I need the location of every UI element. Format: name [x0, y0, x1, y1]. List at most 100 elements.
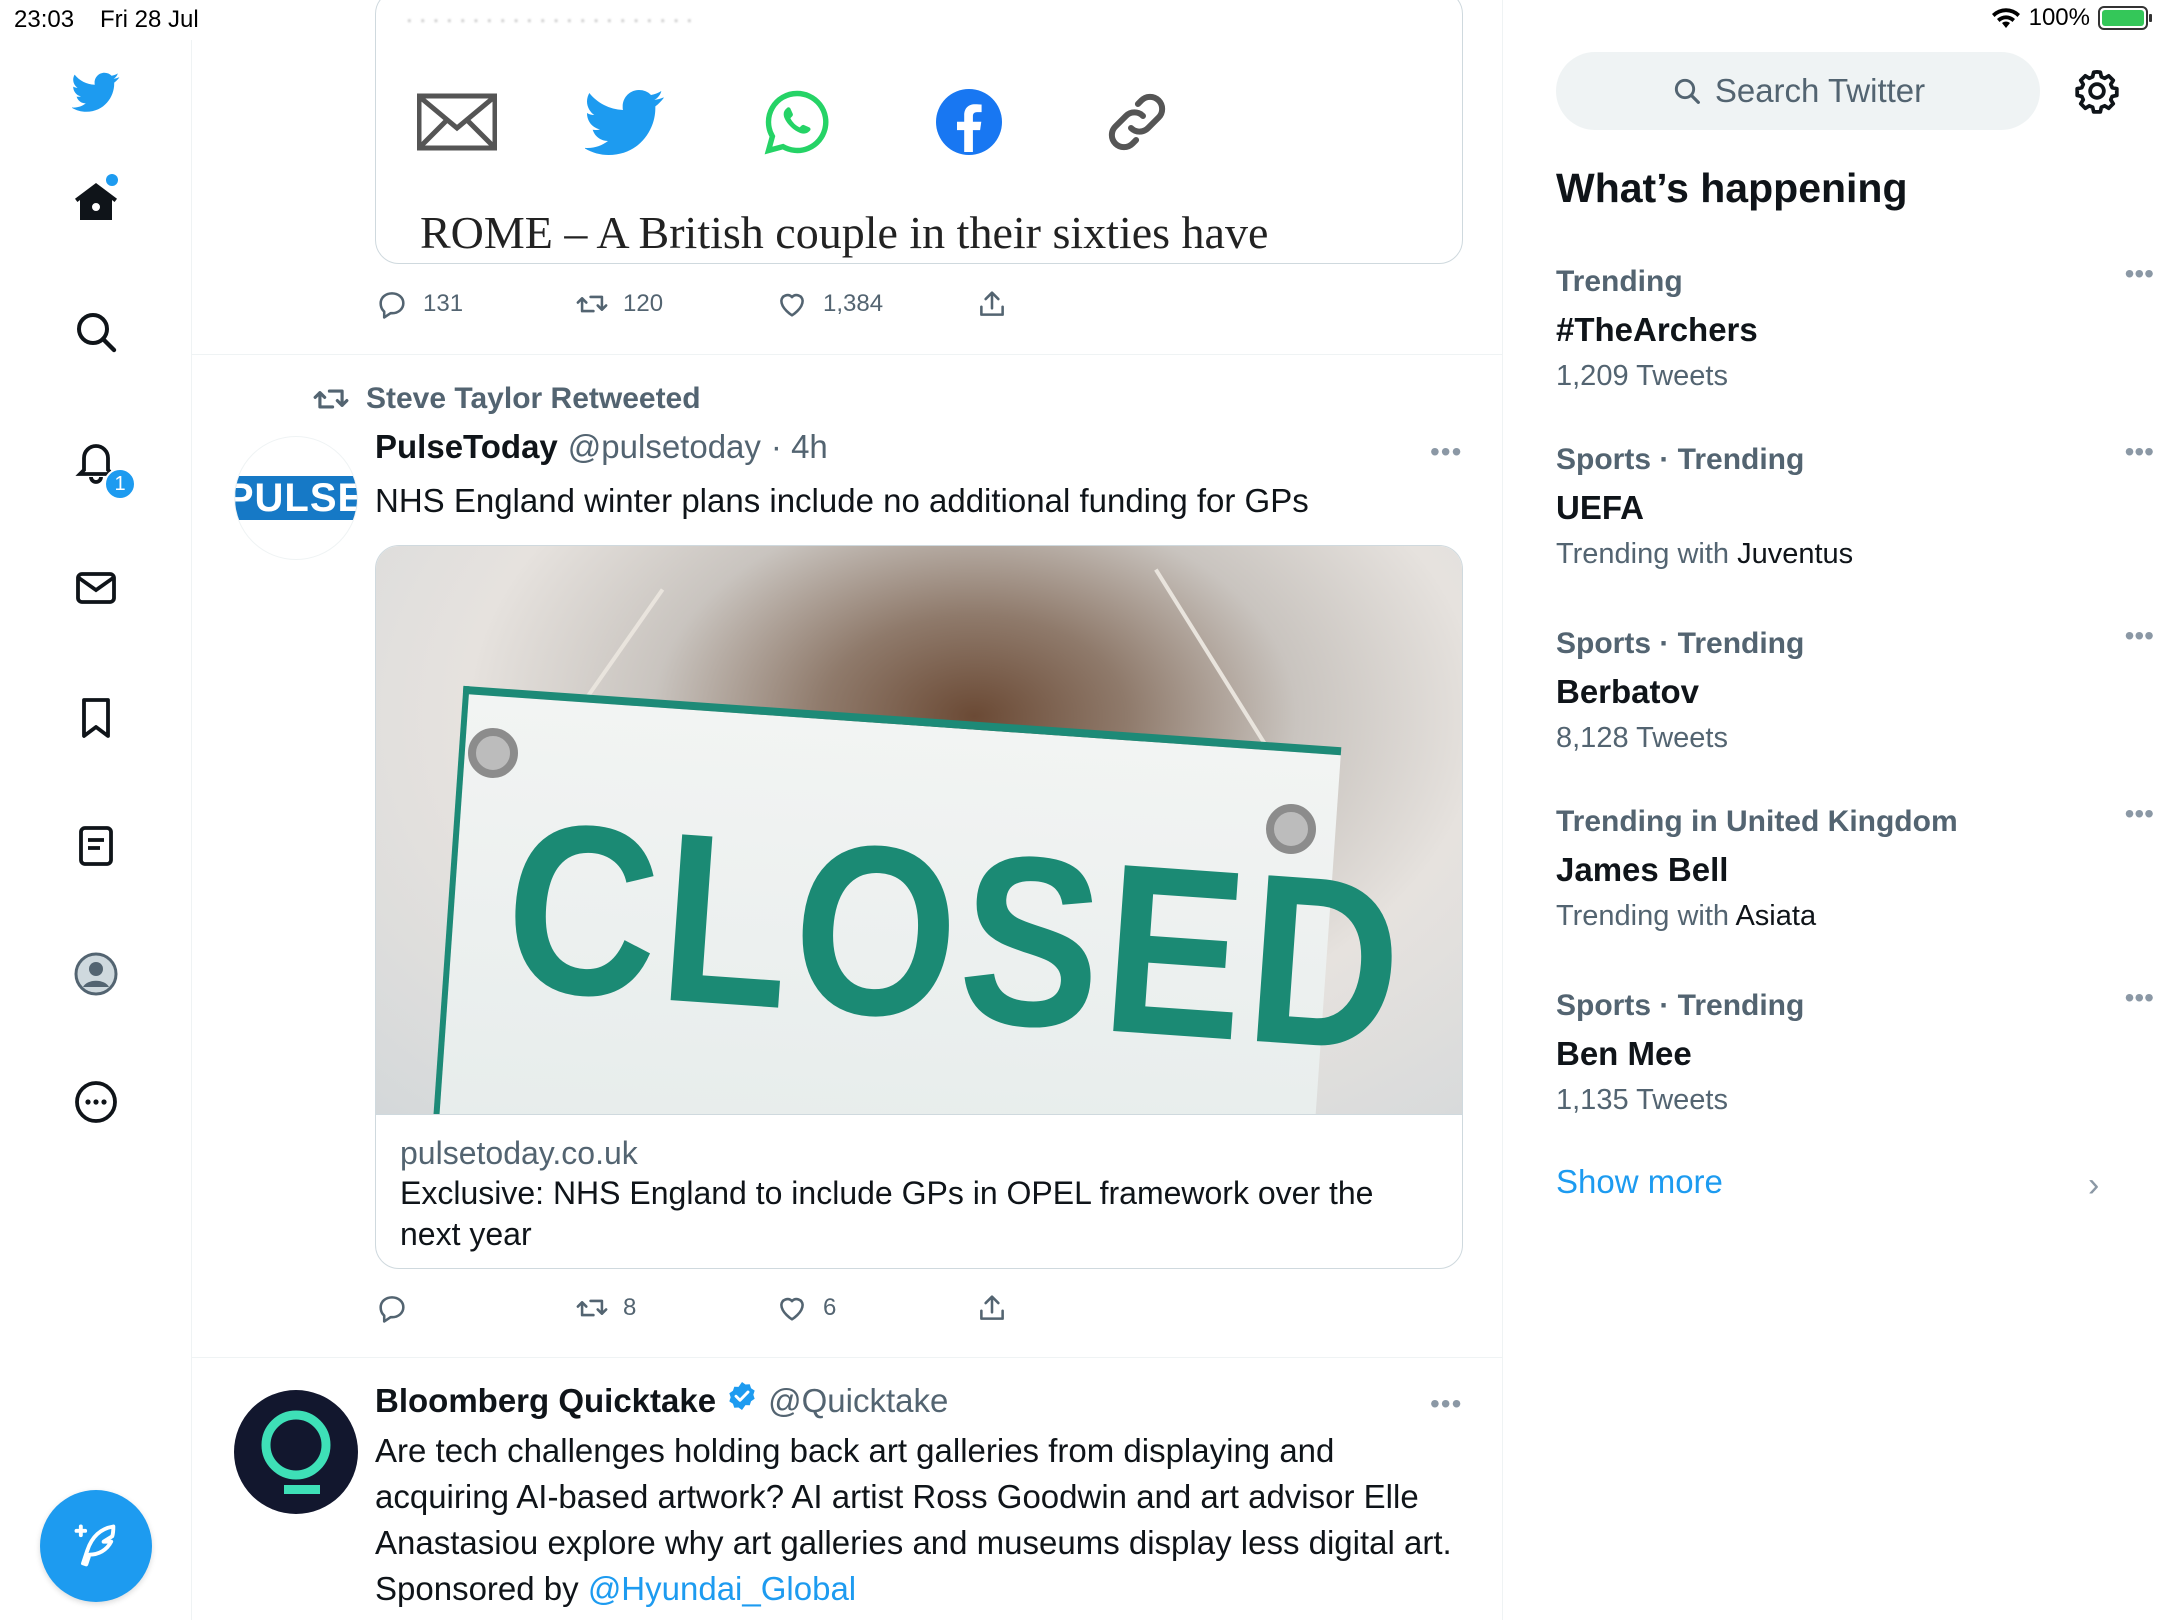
reply-count: 131	[423, 290, 464, 317]
trend-more-icon[interactable]: •••	[2125, 798, 2154, 830]
timeline: . . . . . . . . . . . . . . . . . . . . …	[192, 0, 1503, 1620]
retweeted-by-label: Steve Taylor Retweeted	[366, 382, 701, 415]
tweet-text-container: Are tech challenges holding back art gal…	[375, 1428, 1455, 1612]
quicktake-logo-icon	[261, 1410, 331, 1494]
notification-badge: 1	[104, 468, 136, 500]
mention-link[interactable]: @Hyundai_Global	[588, 1570, 856, 1607]
article-blurred-line: . . . . . . . . . . . . . . . . . . . . …	[406, 1, 693, 28]
whatsapp-share-icon[interactable]	[756, 81, 838, 163]
link-domain: pulsetoday.co.uk	[400, 1135, 638, 1171]
mail-icon[interactable]	[70, 562, 122, 614]
retweet-button[interactable]: 8	[575, 1286, 636, 1330]
left-nav: 1	[0, 40, 192, 1620]
like-count: 6	[823, 1294, 837, 1321]
trend-more-icon[interactable]: •••	[2125, 436, 2154, 468]
article-share-row	[416, 81, 1216, 161]
heart-icon	[780, 293, 804, 317]
trend-item[interactable]: Trending #TheArchers 1,209 Tweets •••	[1556, 258, 2154, 398]
tweet-more-icon[interactable]: •••	[1430, 436, 1462, 468]
trend-topic: UEFA	[1556, 489, 1645, 526]
pulse-logo: PULSE	[235, 476, 357, 520]
settings-gear-icon[interactable]	[2072, 66, 2122, 116]
trend-more-icon[interactable]: •••	[2125, 258, 2154, 290]
email-share-icon[interactable]	[416, 81, 498, 163]
link-preview-card[interactable]: CLOSED pulsetoday.co.uk Exclusive: NHS E…	[375, 545, 1463, 1269]
tweet-divider	[192, 1357, 1502, 1358]
tweet-time[interactable]: · 4h	[771, 428, 828, 466]
profile-icon[interactable]	[70, 948, 122, 1000]
author-handle[interactable]: @Quicktake	[768, 1382, 948, 1420]
link-preview-image: CLOSED	[376, 546, 1462, 1114]
status-date: Fri 28 Jul	[100, 6, 199, 33]
trend-topic: Berbatov	[1556, 673, 1700, 710]
share-button[interactable]	[975, 1286, 1009, 1330]
trend-meta: Sports · Trending	[1556, 989, 1805, 1022]
trend-sub: 1,135 Tweets	[1556, 1084, 1728, 1116]
retweet-context-icon	[313, 389, 349, 409]
like-button[interactable]: 6	[775, 1286, 836, 1330]
home-unread-dot	[106, 174, 118, 186]
copy-link-icon[interactable]	[1096, 81, 1178, 163]
tweet-text: Are tech challenges holding back art gal…	[375, 1432, 1452, 1607]
author-name[interactable]: Bloomberg Quicktake	[375, 1382, 716, 1420]
trend-more-icon[interactable]: •••	[2125, 620, 2154, 652]
retweet-button[interactable]: 120	[575, 282, 663, 326]
retweet-icon	[576, 295, 608, 313]
trend-sub: 8,128 Tweets	[1556, 722, 1728, 754]
twitter-bird-icon[interactable]	[70, 66, 122, 118]
trend-topic: #TheArchers	[1556, 311, 1758, 348]
trend-item[interactable]: Sports · Trending Berbatov 8,128 Tweets …	[1556, 620, 2154, 760]
tweet-top-actions: 131 120 1,384	[375, 282, 1095, 326]
avatar[interactable]: PULSE	[234, 436, 358, 560]
show-more-link[interactable]: Show more	[1556, 1163, 1723, 1201]
share-icon	[980, 1295, 1004, 1320]
share-icon	[980, 291, 1004, 316]
reply-button[interactable]: 131	[375, 282, 463, 326]
more-icon[interactable]	[70, 1076, 122, 1128]
verified-badge-icon	[729, 1382, 755, 1410]
twitter-share-icon[interactable]	[584, 81, 666, 163]
reply-icon	[379, 1296, 405, 1323]
trend-topic: James Bell	[1556, 851, 1729, 888]
right-sidebar: Search Twitter What’s happening Trending…	[1504, 0, 2160, 1620]
tweet-pulse-actions: 8 6	[375, 1286, 1095, 1330]
search-input[interactable]: Search Twitter	[1556, 52, 2040, 130]
trend-topic: Ben Mee	[1556, 1035, 1692, 1072]
article-snippet-text: ROME – A British couple in their sixties…	[420, 207, 1269, 258]
trend-sub: Trending with Juventus	[1556, 538, 1854, 570]
trend-item[interactable]: Sports · Trending UEFA Trending with Juv…	[1556, 436, 2154, 576]
trend-meta: Trending in United Kingdom	[1556, 805, 1958, 838]
article-card[interactable]: . . . . . . . . . . . . . . . . . . . . …	[375, 0, 1463, 264]
trend-meta: Sports · Trending	[1556, 443, 1805, 476]
author-handle[interactable]: @pulsetoday	[568, 428, 761, 466]
like-button[interactable]: 1,384	[775, 282, 883, 326]
compose-tweet-button[interactable]	[40, 1490, 152, 1602]
facebook-share-icon[interactable]	[928, 81, 1010, 163]
trend-item[interactable]: Sports · Trending Ben Mee 1,135 Tweets •…	[1556, 982, 2154, 1122]
bookmark-icon[interactable]	[70, 692, 122, 744]
retweet-icon	[576, 1299, 608, 1317]
trend-more-icon[interactable]: •••	[2125, 982, 2154, 1014]
trend-meta: Trending	[1556, 265, 1683, 298]
reply-button[interactable]	[375, 1286, 423, 1330]
reply-icon	[379, 292, 405, 319]
heart-icon	[780, 1297, 804, 1321]
tweet-header: Bloomberg Quicktake @Quicktake	[375, 1380, 948, 1420]
tweet-more-icon[interactable]: •••	[1430, 1388, 1462, 1420]
trend-meta: Sports · Trending	[1556, 627, 1805, 660]
share-button[interactable]	[975, 282, 1009, 326]
retweet-count: 8	[623, 1294, 637, 1321]
search-icon[interactable]	[70, 306, 122, 358]
compose-feather-icon	[74, 1524, 116, 1567]
trend-item[interactable]: Trending in United Kingdom James Bell Tr…	[1556, 798, 2154, 938]
trend-sub: 1,209 Tweets	[1556, 360, 1728, 392]
retweet-context[interactable]: Steve Taylor Retweeted	[312, 380, 701, 418]
tweet-header: PulseToday @pulsetoday · 4h	[375, 428, 828, 466]
avatar[interactable]	[234, 1390, 358, 1514]
lists-icon[interactable]	[70, 820, 122, 872]
tweet-text: NHS England winter plans include no addi…	[375, 482, 1309, 519]
app-root: 23:03 Fri 28 Jul ••• 100% 1	[0, 0, 2160, 1620]
author-name[interactable]: PulseToday	[375, 428, 558, 466]
link-preview-meta: pulsetoday.co.uk Exclusive: NHS England …	[376, 1114, 1462, 1268]
chevron-right-icon: ›	[2088, 1166, 2100, 1204]
